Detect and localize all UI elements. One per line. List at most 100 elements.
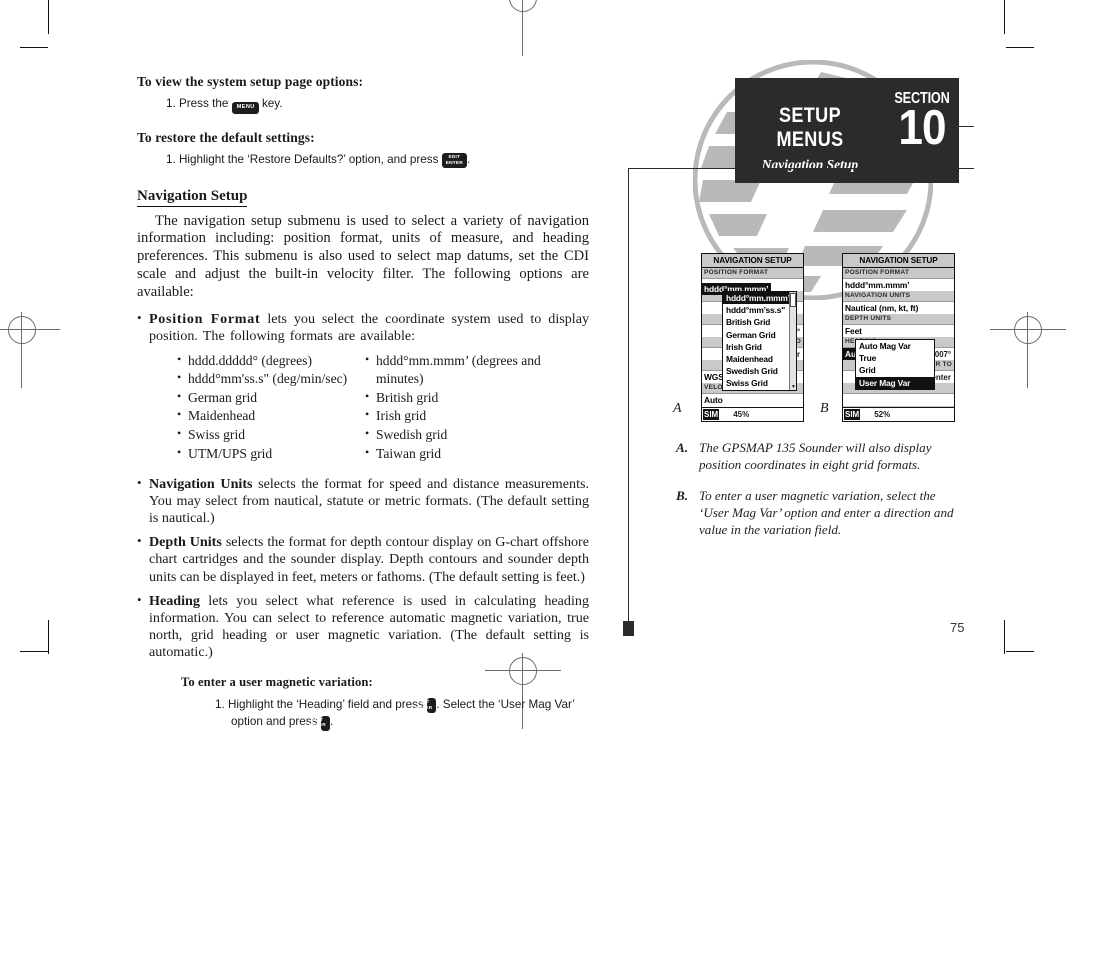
list-item: Maidenhead	[177, 406, 365, 426]
field-value-obscured-3	[702, 348, 706, 360]
dropdown-option[interactable]: Auto Mag Var	[856, 340, 934, 352]
dropdown-option[interactable]: hddd°mm.mmm’	[723, 292, 796, 305]
options-list-continued: Navigation Units selects the format for …	[137, 475, 589, 661]
screen-title: NAVIGATION SETUP	[702, 254, 803, 268]
header-title-group: SETUP MENUS Navigation Setup	[735, 104, 885, 173]
page-number: 75	[950, 620, 965, 635]
step-text-part-3: .	[329, 715, 334, 729]
crop-mark-br-h	[1006, 651, 1034, 653]
field-label-position-format: POSITION FORMAT	[843, 268, 954, 279]
section-indicator: SECTION 10	[885, 90, 959, 155]
field-value-obscured-1	[843, 371, 847, 383]
page-title: SETUP MENUS	[776, 104, 844, 151]
header-rule-horizontal	[955, 126, 974, 127]
section-title: Navigation Setup	[137, 188, 248, 207]
option-text: lets you select what reference is used i…	[149, 592, 589, 660]
option-term: Heading	[149, 592, 200, 609]
dropdown-option[interactable]: German Grid	[723, 329, 796, 341]
caption-b: B. To enter a user magnetic variation, s…	[676, 488, 966, 538]
figure-label-b: B	[820, 401, 829, 416]
list-item: UTM/UPS grid	[177, 444, 365, 464]
page-subtitle: Navigation Setup	[761, 157, 859, 172]
scroll-down-arrow-icon[interactable]: ▼	[791, 384, 796, 390]
dropdown-option[interactable]: Maidenhead	[723, 353, 796, 365]
procedure-step: 1. Highlight the ‘Heading’ field and pre…	[181, 696, 589, 731]
key-line-2: ENTER	[415, 705, 433, 711]
status-mode: SIM	[703, 409, 720, 420]
step-text-suffix: .	[466, 152, 471, 166]
procedure-restore-defaults: To restore the default settings: 1. High…	[137, 130, 589, 169]
status-value: 45%	[733, 410, 750, 419]
list-item: Swedish grid	[365, 425, 589, 445]
dropdown-scrollbar[interactable]: ▲ ▼	[789, 292, 796, 390]
figure-captions: A. The GPSMAP 135 Sounder will also disp…	[676, 440, 966, 553]
caption-key: A.	[676, 440, 689, 455]
dropdown-option[interactable]: Grid	[856, 364, 934, 376]
formats-column-left: hddd.ddddd° (degrees) hddd°mm'ss.s" (deg…	[177, 351, 365, 464]
list-item: hddd.ddddd° (degrees)	[177, 351, 365, 371]
dropdown-option[interactable]: Irish Grid	[723, 341, 796, 353]
procedure-heading: To view the system setup page options:	[137, 74, 364, 89]
status-bar: SIM 52%	[843, 407, 954, 421]
field-label-navigation-units: NAVIGATION UNITS	[843, 291, 954, 302]
position-format-dropdown[interactable]: hddd°mm.mmm’ hddd°mm’ss.s" British Grid …	[722, 291, 797, 391]
step-text-suffix: key.	[261, 97, 283, 110]
list-item-depth-units: Depth Units selects the format for depth…	[137, 533, 589, 585]
dropdown-option[interactable]: Swiss Grid	[723, 377, 796, 389]
step-text-prefix: 1. Highlight the ‘Restore Defaults?’ opt…	[166, 152, 439, 166]
section-number: 10	[898, 101, 946, 155]
field-value-position-format[interactable]: hddd°mm.mmm’	[843, 279, 954, 291]
procedure-step: 1. Press the MENU key.	[137, 96, 589, 114]
list-item-position-format: Position Format lets you select the coor…	[137, 310, 589, 345]
sidebar-rule-vertical	[628, 168, 629, 630]
page-marker-block	[623, 621, 634, 636]
dropdown-option[interactable]: User Mag Var	[856, 376, 934, 389]
screen-title: NAVIGATION SETUP	[843, 254, 954, 268]
intro-paragraph: The navigation setup submenu is used to …	[137, 212, 589, 300]
list-item: British grid	[365, 388, 589, 408]
procedure-user-mag-variation: To enter a user magnetic variation: 1. H…	[181, 675, 589, 731]
dropdown-option[interactable]: Swedish Grid	[723, 365, 796, 377]
caption-text: The GPSMAP 135 Sounder will also display…	[699, 440, 932, 472]
crop-mark-bl-h	[20, 651, 48, 653]
gps-screen-a: NAVIGATION SETUP POSITION FORMAT hddd°mm…	[701, 253, 804, 422]
crop-mark-tl-h	[20, 47, 48, 49]
scrollbar-thumb[interactable]	[790, 293, 796, 307]
dropdown-option[interactable]: True	[856, 352, 934, 364]
field-label-depth-units: DEPTH UNITS	[843, 314, 954, 325]
edit-enter-key-icon: EDIT ENTER	[415, 698, 437, 714]
caption-text: To enter a user magnetic variation, sele…	[699, 488, 954, 537]
option-term: Position Format	[149, 310, 261, 327]
procedure-view-system-setup: To view the system setup page options: 1…	[137, 74, 589, 114]
field-value-obscured-2	[843, 394, 954, 406]
sidebar-rule-horizontal	[628, 168, 974, 169]
step-text-prefix: 1. Press the	[166, 97, 229, 110]
key-line-2: ENTER	[308, 723, 326, 729]
list-item-heading: Heading lets you select what reference i…	[137, 592, 589, 661]
dropdown-option[interactable]: hddd°mm’ss.s"	[723, 304, 796, 316]
field-value-navigation-units[interactable]: Nautical (nm, kt, ft)	[843, 302, 954, 314]
procedure-heading: To restore the default settings:	[137, 129, 315, 145]
field-value-depth-units[interactable]: Feet	[843, 325, 954, 337]
list-item: hddd°mm'ss.s" (deg/min/sec)	[177, 369, 365, 389]
option-term: Navigation Units	[149, 476, 253, 493]
edit-enter-key-icon: EDIT ENTER	[308, 715, 330, 731]
field-value-obscured-2	[702, 325, 706, 337]
options-list: Position Format lets you select the coor…	[137, 310, 589, 345]
option-term: Depth Units	[149, 534, 222, 551]
document-page: To view the system setup page options: 1…	[0, 0, 1104, 954]
formats-column-right: hddd°mm.mmm’ (degrees and minutes) Briti…	[365, 351, 589, 464]
list-item: Taiwan grid	[365, 444, 589, 464]
procedure-heading: To enter a user magnetic variation:	[181, 674, 373, 689]
status-bar: SIM 45%	[702, 407, 803, 421]
field-label-position-format: POSITION FORMAT	[702, 268, 803, 279]
list-item: German grid	[177, 388, 365, 408]
status-mode: SIM	[844, 409, 861, 420]
crop-mark-tr-v	[1004, 0, 1006, 34]
list-item: Irish grid	[365, 406, 589, 426]
heading-dropdown[interactable]: Auto Mag Var True Grid User Mag Var	[855, 339, 935, 390]
main-text-column: To view the system setup page options: 1…	[137, 74, 589, 735]
status-value: 52%	[874, 410, 891, 419]
dropdown-option[interactable]: British Grid	[723, 316, 796, 328]
caption-key: B.	[676, 488, 689, 504]
